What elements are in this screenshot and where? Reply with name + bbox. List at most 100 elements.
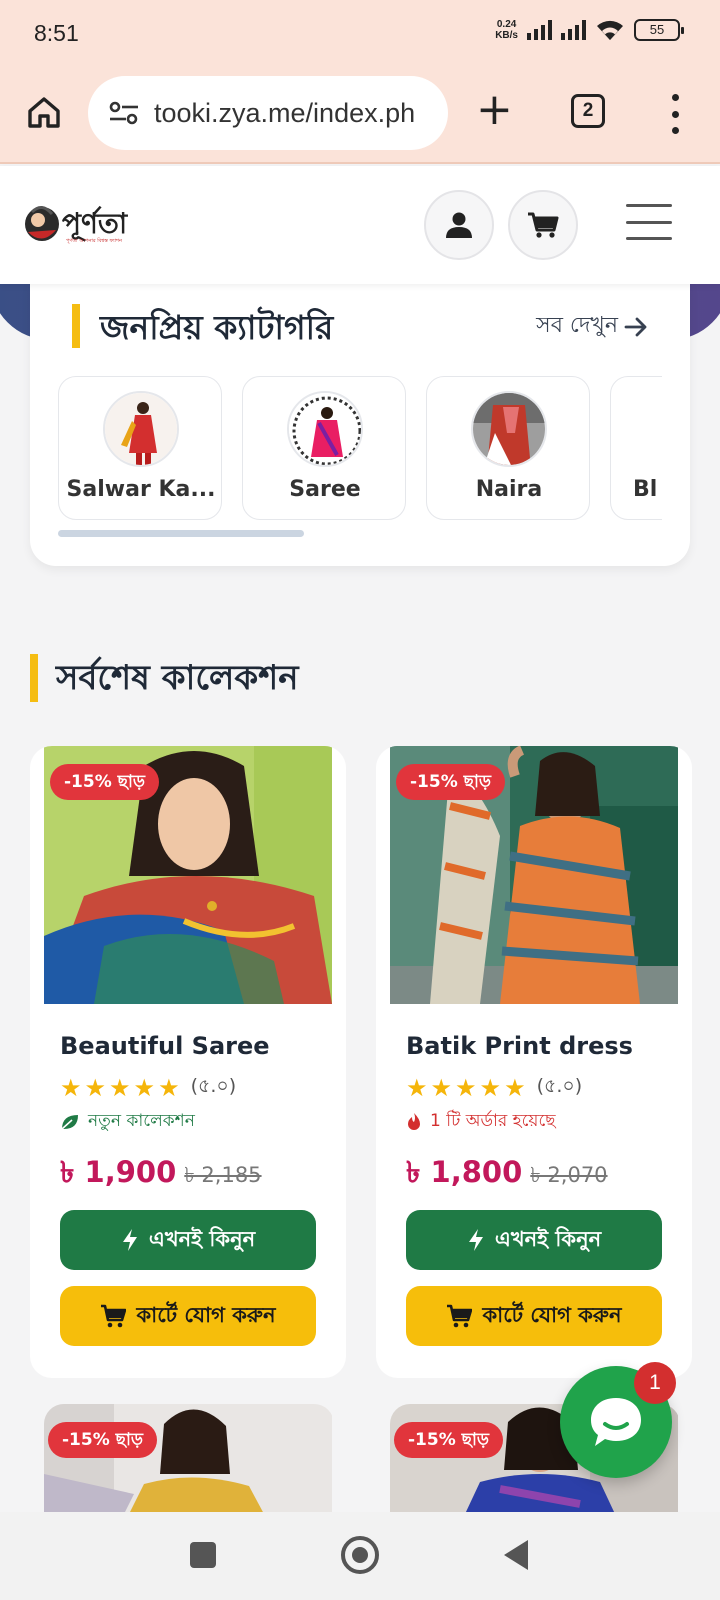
category-bl[interactable]: Bl <box>610 376 662 520</box>
site-logo[interactable]: পূর্ণতা পূর্ণতা আপনার বিশ্বস্ত ফ্যাশন <box>22 200 134 252</box>
battery-icon: 55 <box>634 19 684 41</box>
rating-stars: ★ ★ ★ ★ ★ (৫.০) <box>406 1072 582 1104</box>
buy-now-label[interactable]: এখনই কিনুন <box>149 1223 255 1258</box>
star-icon: ★ <box>133 1074 156 1102</box>
category-image <box>655 391 662 467</box>
cart-button[interactable] <box>508 190 578 260</box>
address-bar[interactable]: tooki.zya.me/index.ph <box>88 76 448 150</box>
category-image <box>471 391 547 467</box>
logo-tagline: পূর্ণতা আপনার বিশ্বস্ত ফ্যাশন <box>66 238 122 244</box>
back-icon[interactable] <box>504 1540 528 1570</box>
rating-stars: ★ ★ ★ ★ ★ (৫.০) <box>60 1072 236 1104</box>
bolt-icon <box>122 1229 137 1251</box>
category-label: Salwar Ka... <box>66 477 216 502</box>
signal-icon <box>527 20 552 40</box>
product-name[interactable]: Batik Print dress <box>406 1032 633 1060</box>
product-card[interactable]: -15% ছাড় Batik Print dress ★ ★ ★ ★ ★ (৫… <box>376 746 692 1378</box>
star-icon: ★ <box>60 1074 82 1102</box>
category-saree[interactable]: Saree <box>242 376 406 520</box>
arrow-right-icon[interactable] <box>624 317 648 337</box>
see-all-link[interactable]: সব দেখুন <box>536 308 648 345</box>
discount-badge: -15% ছাড় <box>50 764 160 800</box>
buy-now-button[interactable]: এখনই কিনুন <box>60 1210 316 1270</box>
discount-badge: -15% ছাড় <box>396 764 506 800</box>
signal-icon-2 <box>561 20 586 40</box>
product-tag: নতুন কালেকশন <box>60 1108 195 1136</box>
hamburger-menu-icon[interactable] <box>626 204 672 240</box>
category-label: Saree <box>289 477 361 502</box>
category-image <box>103 391 179 467</box>
star-icon: ★ <box>479 1074 502 1102</box>
site-header: পূর্ণতা পূর্ণতা আপনার বিশ্বস্ত ফ্যাশন <box>0 166 720 284</box>
product-name[interactable]: Beautiful Saree <box>60 1032 270 1060</box>
network-speed-unit: KB/s <box>495 30 518 41</box>
status-bar: 8:51 0.24 KB/s 55 <box>0 0 720 68</box>
add-to-cart-label[interactable]: কার্টে যোগ করুন <box>482 1299 621 1334</box>
star-icon: ★ <box>84 1074 107 1102</box>
browser-toolbar: tooki.zya.me/index.ph + 2 <box>0 68 720 164</box>
new-tab-icon[interactable]: + <box>476 88 513 132</box>
add-to-cart-button[interactable]: কার্টে যোগ করুন <box>60 1286 316 1346</box>
wifi-icon <box>597 20 623 40</box>
section-accent-bar <box>72 304 80 348</box>
product-tag: 1 টি অর্ডার হয়েছে <box>406 1108 556 1136</box>
buy-now-button[interactable]: এখনই কিনুন <box>406 1210 662 1270</box>
home-nav-icon[interactable] <box>341 1536 379 1574</box>
more-menu-icon[interactable] <box>668 94 682 134</box>
carousel-scrollbar[interactable] <box>58 530 304 537</box>
see-all-label[interactable]: সব দেখুন <box>536 308 618 345</box>
category-image <box>287 391 363 467</box>
discount-badge: -15% ছাড় <box>394 1422 504 1458</box>
rating-value: (৫.০) <box>190 1075 237 1097</box>
product-card[interactable]: -15% ছাড় Beautiful Saree ★ ★ ★ ★ ★ (৫.০… <box>30 746 346 1378</box>
current-price: ৳ 1,800 <box>406 1155 523 1189</box>
section-accent-bar <box>30 654 38 702</box>
cart-icon <box>101 1304 127 1328</box>
current-price: ৳ 1,900 <box>60 1155 177 1189</box>
latest-collection-title: সর্বশেষ কালেকশন <box>56 658 299 698</box>
user-icon <box>446 212 472 238</box>
product-card[interactable]: -15% ছাড় <box>44 1404 334 1514</box>
product-image[interactable] <box>44 1404 332 1514</box>
product-tag-label: 1 টি অর্ডার হয়েছে <box>430 1111 556 1131</box>
old-price: ৳ 2,185 <box>184 1163 262 1187</box>
home-icon[interactable] <box>24 92 64 132</box>
category-label: Bl <box>633 477 658 502</box>
network-speed: 0.24 KB/s <box>495 19 518 41</box>
price-block: ৳ 1,800 ৳ 2,070 <box>406 1150 608 1199</box>
bolt-icon <box>468 1229 483 1251</box>
network-speed-value: 0.24 <box>496 19 517 30</box>
leaf-icon <box>61 1115 78 1130</box>
star-icon: ★ <box>430 1074 453 1102</box>
product-tag-label: নতুন কালেকশন <box>88 1111 195 1131</box>
buy-now-label[interactable]: এখনই কিনুন <box>495 1223 601 1258</box>
star-icon: ★ <box>158 1074 180 1102</box>
site-settings-icon[interactable] <box>108 100 140 126</box>
star-icon: ★ <box>109 1074 131 1102</box>
chat-bubble-icon <box>591 1398 641 1446</box>
star-icon: ★ <box>406 1074 428 1102</box>
url-text[interactable]: tooki.zya.me/index.ph <box>154 98 444 129</box>
cart-icon <box>447 1304 473 1328</box>
chat-unread-badge: 1 <box>634 1362 676 1404</box>
cart-icon <box>528 212 559 238</box>
categories-title: জনপ্রিয় ক্যাটাগরি <box>100 308 334 347</box>
tab-switcher-button[interactable]: 2 <box>571 94 605 128</box>
account-button[interactable] <box>424 190 494 260</box>
add-to-cart-label[interactable]: কার্টে যোগ করুন <box>136 1299 275 1334</box>
popular-categories-card: জনপ্রিয় ক্যাটাগরি সব দেখুন Salwar Ka...… <box>30 280 690 566</box>
status-icons: 0.24 KB/s 55 <box>495 18 684 42</box>
recents-icon[interactable] <box>190 1542 216 1568</box>
category-carousel[interactable]: Salwar Ka... Saree Naira Bl <box>58 376 662 522</box>
category-salwar-kameez[interactable]: Salwar Ka... <box>58 376 222 520</box>
old-price: ৳ 2,070 <box>530 1163 608 1187</box>
system-navigation-bar <box>0 1512 720 1600</box>
price-block: ৳ 1,900 ৳ 2,185 <box>60 1150 262 1199</box>
discount-badge: -15% ছাড় <box>48 1422 158 1458</box>
logo-emblem-icon <box>25 206 59 241</box>
status-time: 8:51 <box>34 20 79 46</box>
add-to-cart-button[interactable]: কার্টে যোগ করুন <box>406 1286 662 1346</box>
category-label: Naira <box>475 477 543 502</box>
star-icon: ★ <box>504 1074 526 1102</box>
category-naira[interactable]: Naira <box>426 376 590 520</box>
